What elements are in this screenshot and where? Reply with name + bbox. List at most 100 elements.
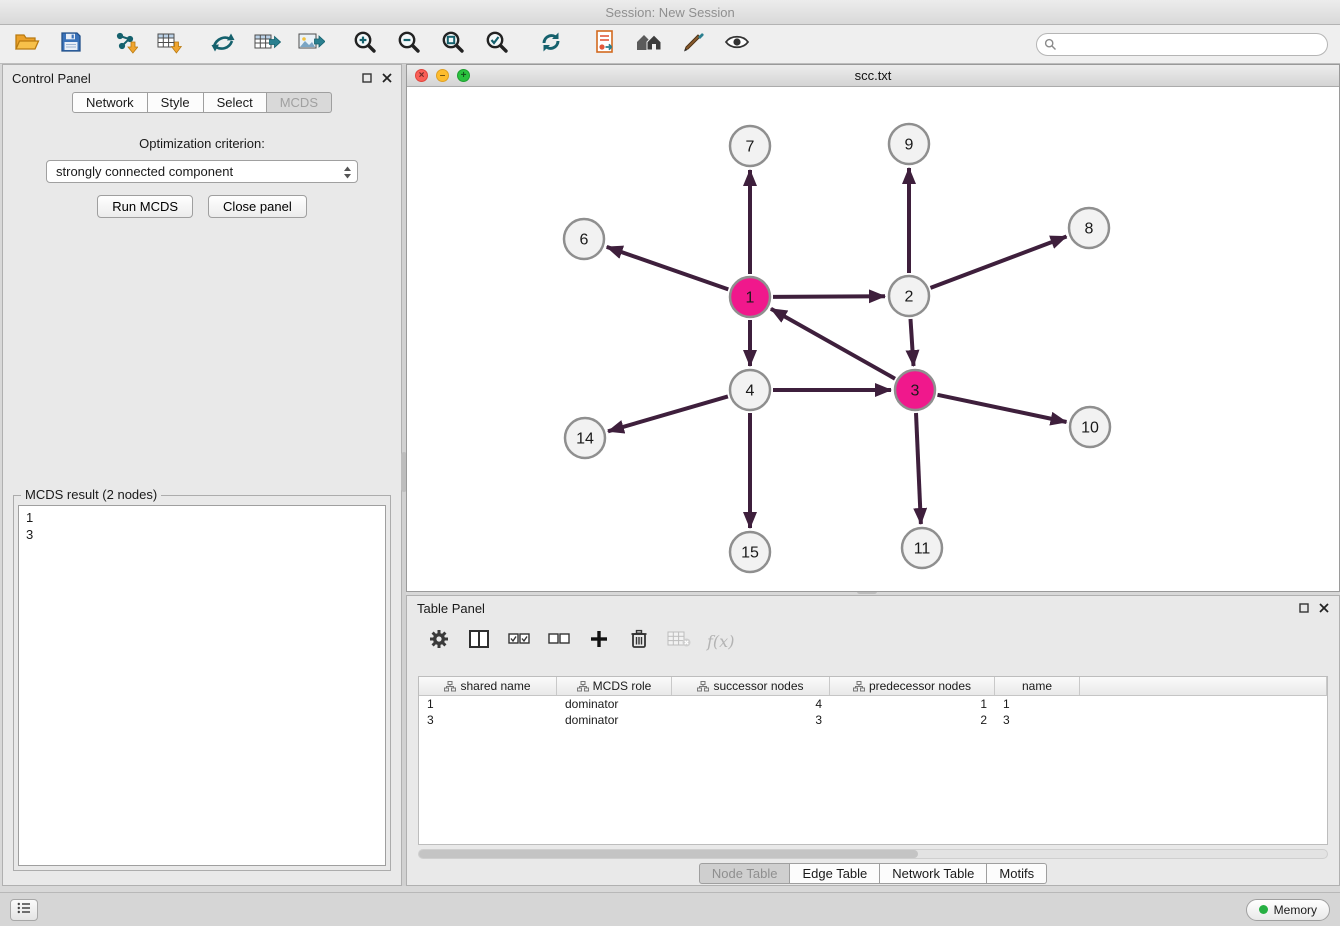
table-cell[interactable]: 3 (419, 713, 557, 727)
save-session-button[interactable] (56, 29, 86, 59)
node-2[interactable]: 2 (889, 276, 929, 316)
svg-text:14: 14 (576, 431, 594, 448)
close-panel-icon[interactable] (382, 71, 392, 86)
edge-2-3[interactable] (911, 319, 914, 366)
export-network-button[interactable] (208, 29, 238, 59)
import-network-button[interactable] (110, 29, 140, 59)
mcds-result-title: MCDS result (2 nodes) (21, 487, 161, 502)
create-column-button[interactable] (587, 629, 611, 653)
memory-button[interactable]: Memory (1246, 899, 1330, 921)
table-panel-tabs: Node Table Edge Table Network Table Moti… (407, 863, 1339, 884)
style-brush-button[interactable] (678, 29, 708, 59)
node-10[interactable]: 10 (1070, 407, 1110, 447)
edge-3-1[interactable] (771, 309, 895, 379)
criterion-dropdown[interactable]: strongly connected component (46, 160, 358, 183)
zoom-out-button[interactable] (394, 29, 424, 59)
run-mcds-button[interactable]: Run MCDS (97, 195, 193, 218)
edge-2-8[interactable] (931, 237, 1067, 288)
table-row[interactable]: 1 dominator 4 1 1 (419, 696, 1327, 712)
search-box (1036, 33, 1328, 56)
tab-motifs[interactable]: Motifs (987, 863, 1047, 884)
table-cell[interactable]: 2 (830, 713, 995, 727)
node-4[interactable]: 4 (730, 370, 770, 410)
show-hide-button[interactable] (722, 29, 752, 59)
edge-1-6[interactable] (607, 247, 729, 290)
table-cell[interactable]: 1 (419, 697, 557, 711)
table-cell[interactable]: 3 (995, 713, 1080, 727)
control-panel-tabs: Network Style Select MCDS (3, 92, 401, 113)
column-header-predecessor-nodes[interactable]: predecessor nodes (830, 677, 995, 695)
plus-icon (590, 630, 608, 653)
close-panel-button[interactable]: Close panel (208, 195, 307, 218)
column-label: shared name (460, 679, 530, 693)
column-label: successor nodes (713, 679, 803, 693)
column-header-shared-name[interactable]: shared name (419, 677, 557, 695)
tab-select[interactable]: Select (204, 92, 267, 113)
zoom-selected-button[interactable] (482, 29, 512, 59)
table-horizontal-scrollbar[interactable] (418, 849, 1328, 859)
node-14[interactable]: 14 (565, 418, 605, 458)
network-canvas[interactable]: 7 9 6 8 1 2 4 3 14 10 15 11 (407, 87, 1339, 591)
tab-edge-table[interactable]: Edge Table (790, 863, 880, 884)
table-cell[interactable]: 1 (995, 697, 1080, 711)
task-history-button[interactable] (10, 899, 38, 921)
node-8[interactable]: 8 (1069, 208, 1109, 248)
node-11[interactable]: 11 (902, 528, 942, 568)
edge-1-2[interactable] (773, 296, 885, 297)
maximize-window-icon[interactable]: + (457, 69, 470, 82)
minimize-window-icon[interactable]: – (436, 69, 449, 82)
close-table-panel-icon[interactable] (1319, 601, 1329, 616)
deselect-all-columns-button[interactable] (547, 629, 571, 653)
export-image-button[interactable] (296, 29, 326, 59)
result-item: 1 (26, 509, 378, 526)
tab-node-table[interactable]: Node Table (699, 863, 791, 884)
import-table-button[interactable] (154, 29, 184, 59)
node-7[interactable]: 7 (730, 126, 770, 166)
close-window-icon[interactable]: × (415, 69, 428, 82)
node-9[interactable]: 9 (889, 124, 929, 164)
table-row[interactable]: 3 dominator 3 2 3 (419, 712, 1327, 728)
node-6[interactable]: 6 (564, 219, 604, 259)
zoom-in-button[interactable] (350, 29, 380, 59)
table-cell[interactable]: 4 (672, 697, 830, 711)
column-type-icon (577, 681, 589, 692)
export-table-button[interactable] (252, 29, 282, 59)
list-icon (17, 901, 31, 919)
control-panel: Control Panel Network Style Select MCDS … (2, 64, 402, 886)
search-input[interactable] (1036, 33, 1328, 56)
double-home-button[interactable] (634, 29, 664, 59)
edge-3-11[interactable] (916, 413, 921, 524)
unchecked-boxes-icon (548, 632, 570, 650)
delete-column-button[interactable] (627, 629, 651, 653)
float-table-panel-icon[interactable] (1299, 601, 1309, 616)
float-panel-icon[interactable] (362, 71, 372, 86)
svg-text:10: 10 (1081, 420, 1099, 437)
edge-3-10[interactable] (938, 395, 1067, 422)
first-neighbors-button[interactable] (590, 29, 620, 59)
table-cell[interactable]: 3 (672, 713, 830, 727)
svg-text:1: 1 (746, 290, 755, 307)
svg-text:8: 8 (1085, 221, 1094, 238)
scrollbar-thumb[interactable] (419, 850, 918, 858)
table-settings-button[interactable] (427, 629, 451, 653)
node-1[interactable]: 1 (730, 277, 770, 317)
show-columns-button[interactable] (467, 629, 491, 653)
refresh-layout-button[interactable] (536, 29, 566, 59)
column-header-successor-nodes[interactable]: successor nodes (672, 677, 830, 695)
column-header-name[interactable]: name (995, 677, 1080, 695)
select-all-columns-button[interactable] (507, 629, 531, 653)
mcds-result-list[interactable]: 1 3 (18, 505, 386, 866)
tab-mcds[interactable]: MCDS (267, 92, 332, 113)
table-cell[interactable]: dominator (557, 697, 672, 711)
tab-style[interactable]: Style (148, 92, 204, 113)
column-header-mcds-role[interactable]: MCDS role (557, 677, 672, 695)
open-session-button[interactable] (12, 29, 42, 59)
tab-network[interactable]: Network (72, 92, 148, 113)
tab-network-table[interactable]: Network Table (880, 863, 987, 884)
node-3[interactable]: 3 (895, 370, 935, 410)
node-15[interactable]: 15 (730, 532, 770, 572)
table-cell[interactable]: dominator (557, 713, 672, 727)
edge-4-14[interactable] (608, 396, 728, 431)
table-cell[interactable]: 1 (830, 697, 995, 711)
zoom-fit-button[interactable] (438, 29, 468, 59)
